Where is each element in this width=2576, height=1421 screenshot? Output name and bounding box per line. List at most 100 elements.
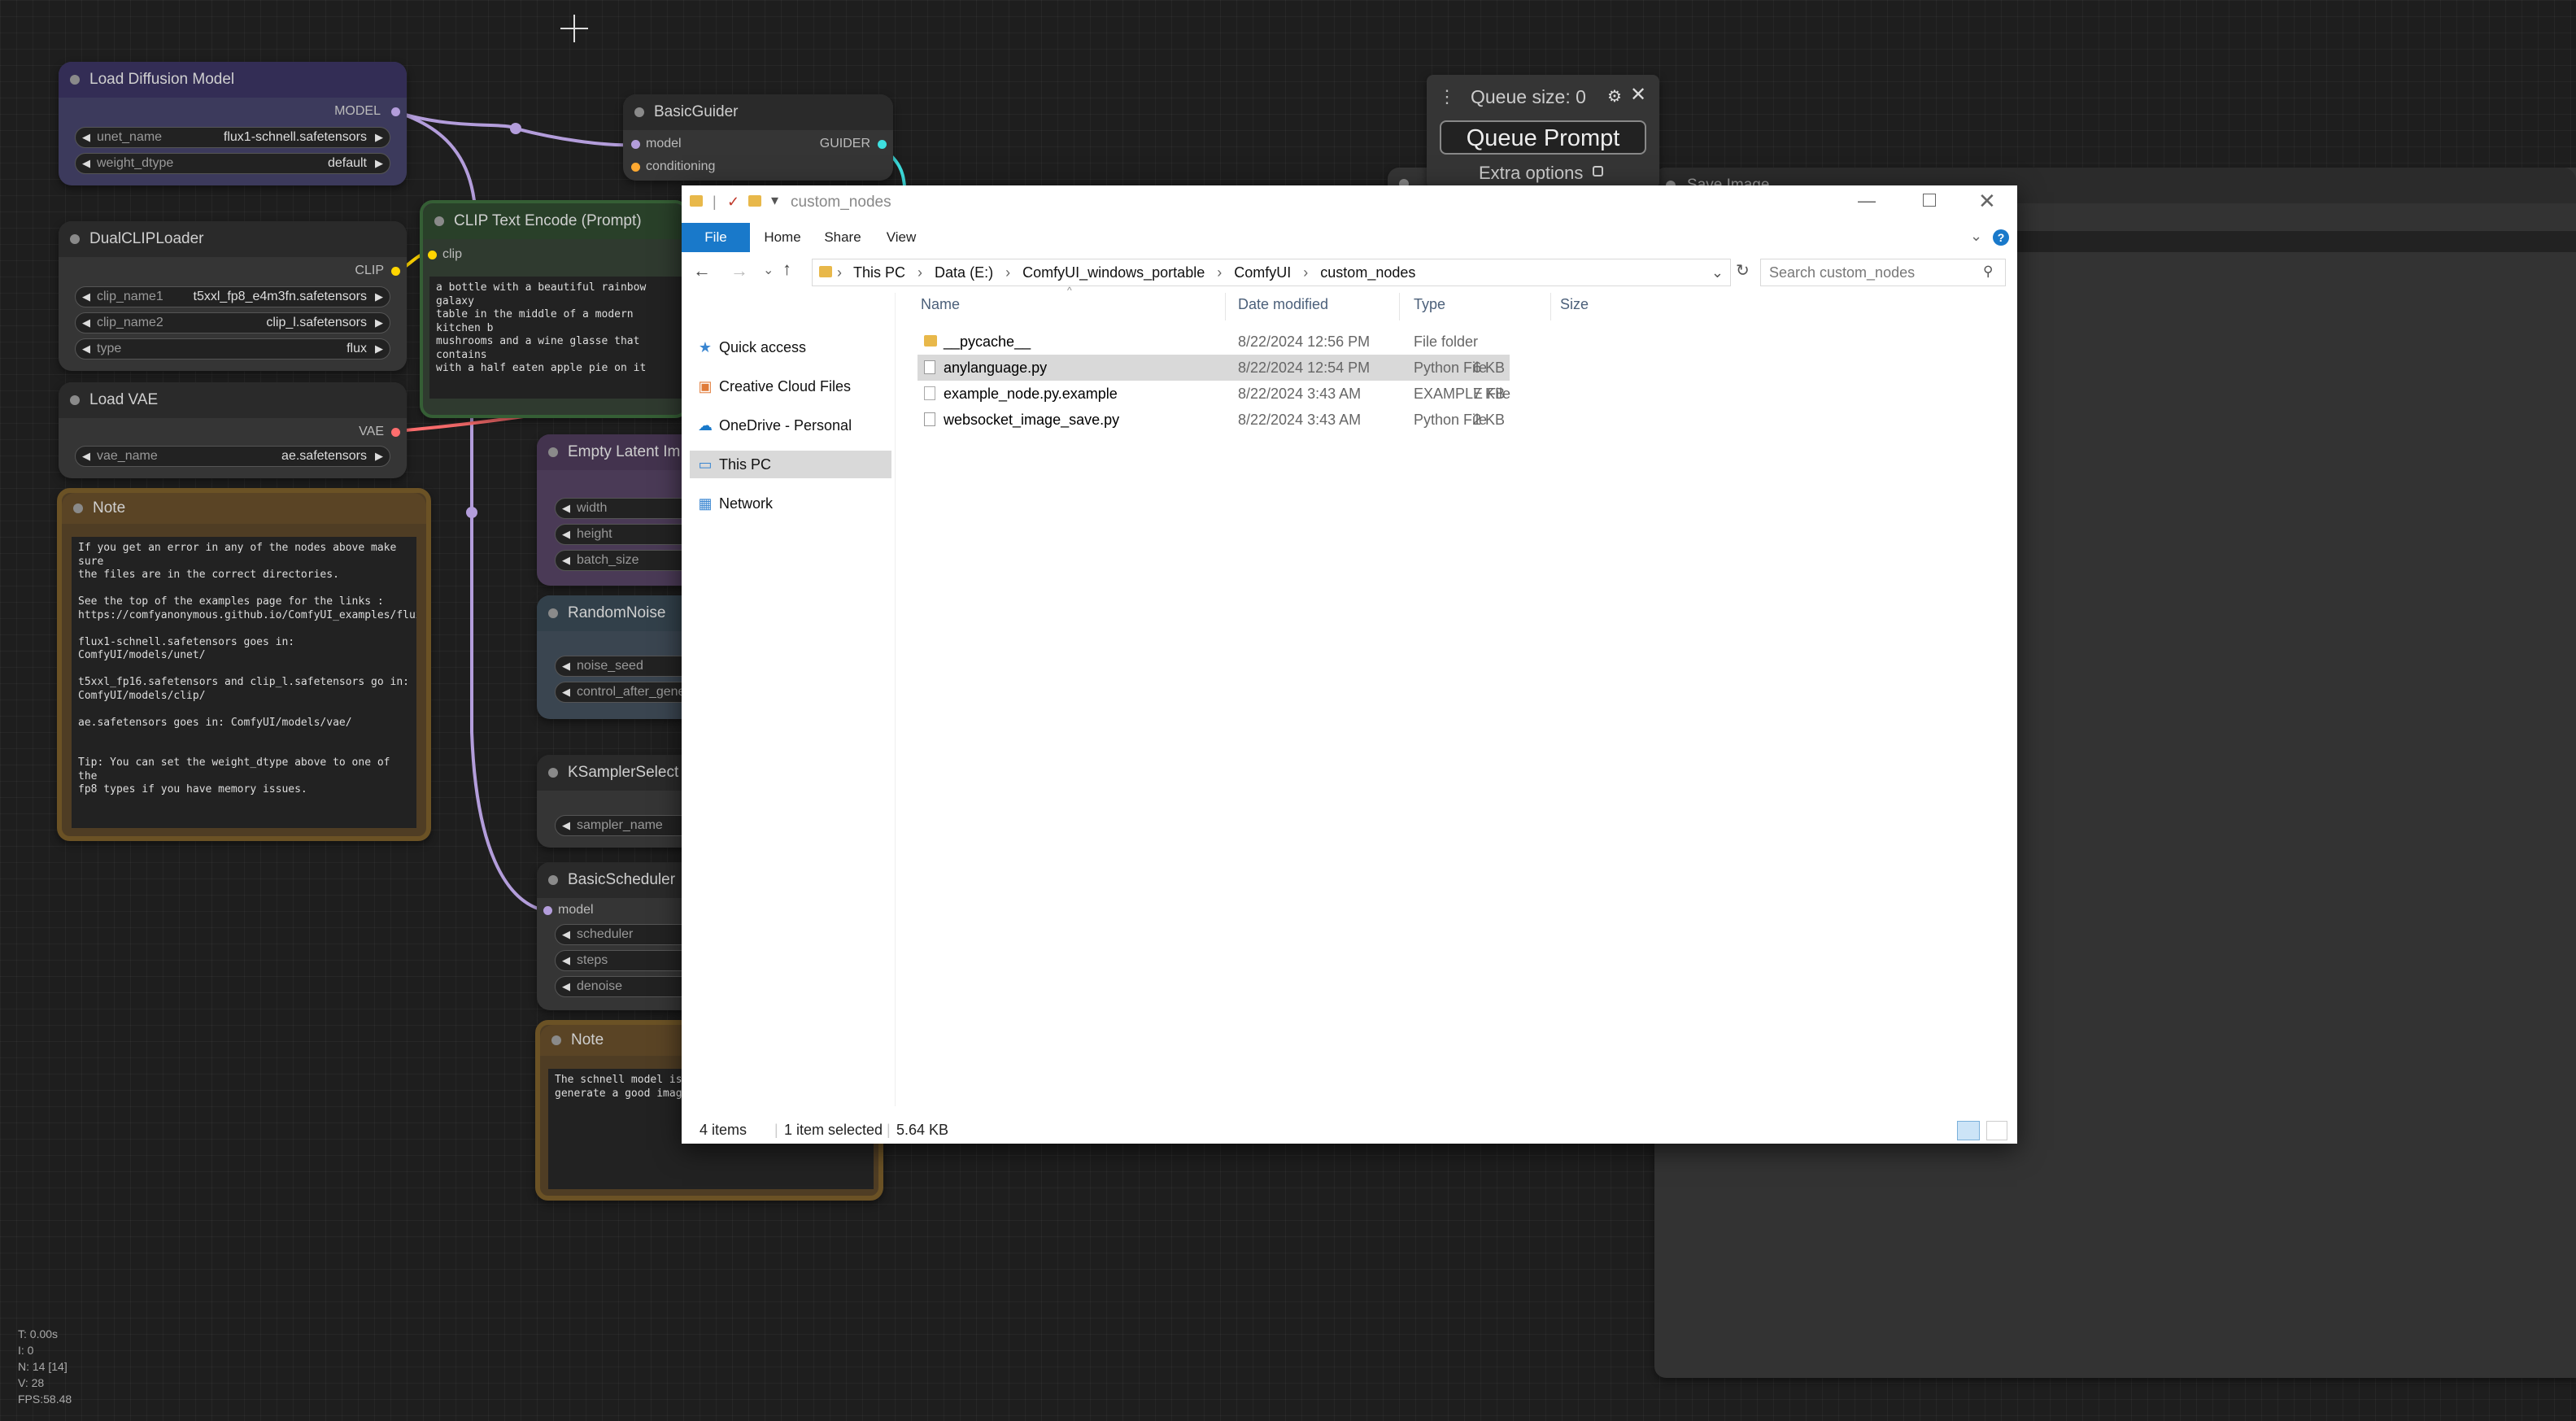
arrow-left-icon[interactable]: ◀ [82,313,90,333]
node-title[interactable]: BasicGuider [623,94,893,130]
nav-item-network[interactable]: ▦ Network [696,490,773,517]
queue-panel[interactable]: ⋮ Queue size: 0 ⚙ ✕ Queue Prompt Extra o… [1427,75,1659,189]
collapse-dot-icon[interactable] [434,216,444,226]
basic-guider-node[interactable]: BasicGuider model conditioning GUIDER [623,94,893,181]
tab-file[interactable]: File [682,223,750,252]
vae-name-widget[interactable]: ◀ vae_name ae.safetensors ▶ [75,446,390,467]
arrow-left-icon[interactable]: ◀ [562,977,570,996]
arrow-right-icon[interactable]: ▶ [375,128,383,147]
search-input[interactable]: Search custom_nodes [1760,259,2006,286]
search-icon[interactable]: ⚲ [1983,264,1993,280]
breadcrumb-comfyui[interactable]: ComfyUI [1234,264,1291,281]
arrow-left-icon[interactable]: ◀ [82,287,90,307]
arrow-left-icon[interactable]: ◀ [562,525,570,544]
arrow-left-icon[interactable]: ◀ [562,656,570,676]
note-node[interactable]: Note If you get an error in any of the n… [57,488,431,841]
details-view-icon[interactable] [1957,1121,1980,1140]
large-icons-view-icon[interactable] [1986,1121,2007,1140]
arrow-left-icon[interactable]: ◀ [82,339,90,359]
model-output-port[interactable] [391,107,400,116]
chevron-right-icon[interactable]: › [918,264,922,281]
arrow-right-icon[interactable]: ▶ [375,447,383,466]
column-size[interactable]: Size [1560,296,1589,313]
arrow-left-icon[interactable]: ◀ [562,499,570,518]
arrow-left-icon[interactable]: ◀ [562,951,570,970]
node-title[interactable]: Load Diffusion Model [59,62,407,98]
node-title[interactable]: DualCLIPLoader [59,221,407,257]
up-icon[interactable]: ↑ [782,259,791,280]
breadcrumb-this-pc[interactable]: This PC [853,264,905,281]
nav-item-onedrive[interactable]: ☁ OneDrive - Personal [696,412,852,439]
vae-output-port[interactable] [391,428,400,437]
arrow-left-icon[interactable]: ◀ [562,682,570,702]
collapse-dot-icon[interactable] [70,234,80,244]
new-folder-icon[interactable] [748,195,761,207]
arrow-left-icon[interactable]: ◀ [562,816,570,835]
tab-view[interactable]: View [874,223,929,252]
column-date-modified[interactable]: Date modified [1238,296,1328,313]
chevron-right-icon[interactable]: › [1005,264,1010,281]
clip-name2-widget[interactable]: ◀ clip_name2 clip_l.safetensors ▶ [75,312,390,333]
arrow-right-icon[interactable]: ▶ [375,339,383,359]
forward-icon[interactable]: → [730,260,748,281]
nav-item-this-pc[interactable]: ▭ This PC [690,451,891,478]
column-name[interactable]: Name [921,296,960,313]
collapse-dot-icon[interactable] [551,1035,561,1045]
breadcrumb-data-e[interactable]: Data (E:) [935,264,993,281]
column-separator[interactable] [1225,293,1226,320]
node-title[interactable]: Note [62,493,426,524]
note-textarea[interactable]: If you get an error in any of the nodes … [72,537,416,828]
refresh-icon[interactable]: ↻ [1736,260,1750,281]
recent-locations-icon[interactable]: ⌄ [763,262,774,278]
arrow-right-icon[interactable]: ▶ [375,313,383,333]
collapse-dot-icon[interactable] [548,608,558,618]
close-icon[interactable]: ✕ [1978,189,1996,214]
arrow-left-icon[interactable]: ◀ [82,128,90,147]
arrow-left-icon[interactable]: ◀ [562,925,570,944]
unet-name-widget[interactable]: ◀ unet_name flux1-schnell.safetensors ▶ [75,127,390,148]
clip-name1-widget[interactable]: ◀ clip_name1 t5xxl_fp8_e4m3fn.safetensors ▶ [75,286,390,307]
column-type[interactable]: Type [1414,296,1445,313]
arrow-right-icon[interactable]: ▶ [375,287,383,307]
gear-icon[interactable]: ⚙ [1607,86,1622,107]
drag-handle-icon[interactable]: ⋮ [1438,86,1456,107]
chevron-right-icon[interactable]: › [1303,264,1308,281]
file-row[interactable]: example_node.py.example 8/22/2024 3:43 A… [918,381,1510,407]
node-title[interactable]: Load VAE [59,382,407,418]
clip-text-encode-node[interactable]: CLIP Text Encode (Prompt) clip a bottle … [420,200,688,418]
breadcrumb-custom-nodes[interactable]: custom_nodes [1320,264,1415,281]
chevron-down-icon[interactable]: ⌄ [1970,228,1982,245]
close-icon[interactable]: ✕ [1630,83,1646,107]
nav-item-creative-cloud[interactable]: ▣ Creative Cloud Files [696,373,851,400]
weight-dtype-widget[interactable]: ◀ weight_dtype default ▶ [75,153,390,174]
collapse-dot-icon[interactable] [73,503,83,513]
arrow-right-icon[interactable]: ▶ [375,154,383,173]
queue-prompt-button[interactable]: Queue Prompt [1440,120,1646,155]
column-separator[interactable] [1399,293,1400,320]
title-bar[interactable]: | ✓ ▾ custom_nodes — ✕ [682,185,2017,223]
collapse-dot-icon[interactable] [70,75,80,85]
collapse-dot-icon[interactable] [70,395,80,405]
model-input-port[interactable] [543,906,552,915]
load-vae-node[interactable]: Load VAE VAE ◀ vae_name ae.safetensors ▶ [59,382,407,478]
collapse-dot-icon[interactable] [634,107,644,117]
quick-access-dropdown-icon[interactable]: ▾ [771,192,778,209]
properties-icon[interactable]: ✓ [727,194,739,211]
back-icon[interactable]: ← [693,260,711,281]
arrow-left-icon[interactable]: ◀ [82,154,90,173]
chevron-down-icon[interactable]: ⌄ [1711,259,1724,286]
file-explorer-window[interactable]: | ✓ ▾ custom_nodes — ✕ File Home Share V… [682,185,2017,1144]
file-row[interactable]: websocket_image_save.py 8/22/2024 3:43 A… [918,407,1510,433]
tab-share[interactable]: Share [815,223,870,252]
tab-home[interactable]: Home [755,223,810,252]
nav-item-quick-access[interactable]: ★ Quick access [696,333,806,361]
prompt-textarea[interactable]: a bottle with a beautiful rainbow galaxy… [429,277,688,399]
file-row[interactable]: __pycache__ 8/22/2024 12:56 PM File fold… [918,329,1510,355]
chevron-right-icon[interactable]: › [837,259,842,286]
arrow-left-icon[interactable]: ◀ [82,447,90,466]
node-title[interactable]: CLIP Text Encode (Prompt) [423,203,685,239]
clip-input-port[interactable] [428,251,437,259]
file-row[interactable]: anylanguage.py 8/22/2024 12:54 PM Python… [918,355,1510,381]
dual-clip-loader-node[interactable]: DualCLIPLoader CLIP ◀ clip_name1 t5xxl_fp8… [59,221,407,371]
minimize-icon[interactable]: — [1858,190,1876,211]
